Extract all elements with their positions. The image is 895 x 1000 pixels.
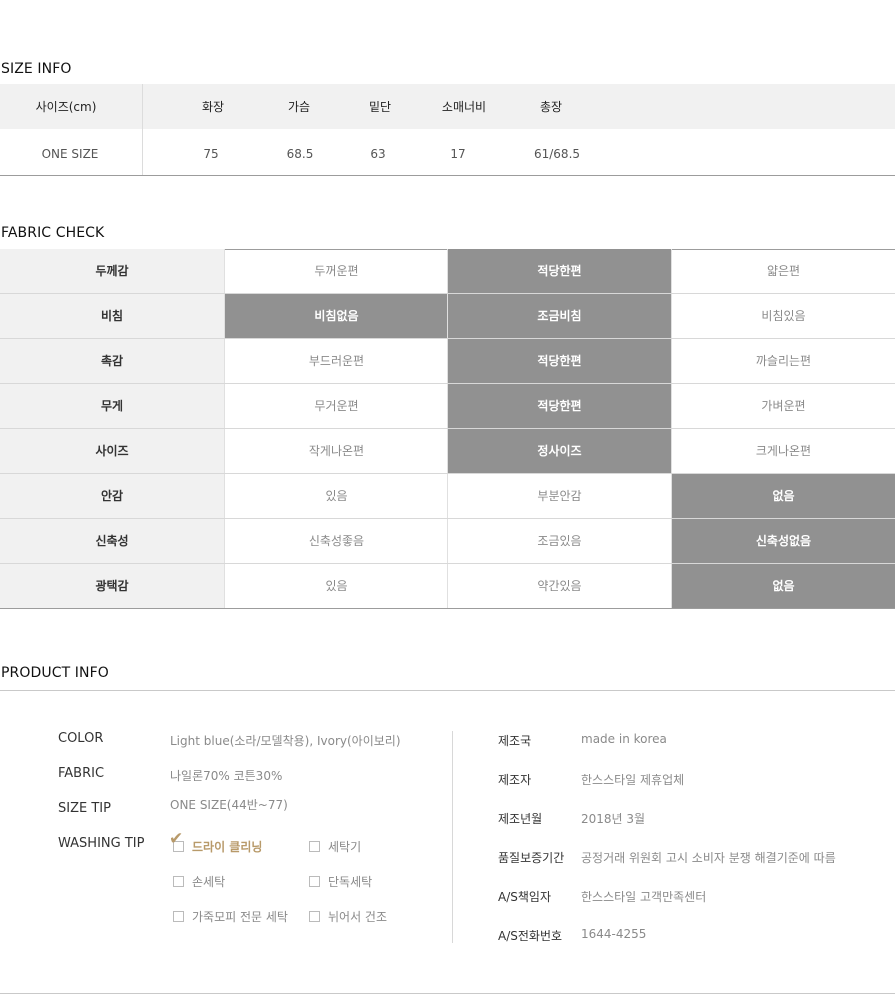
fabric-row-label: 두께감 [0,249,224,293]
size-value-size: ONE SIZE [41,147,99,161]
washing-hand: 손세탁 [173,873,225,890]
fabric-row-label: 안감 [0,474,224,518]
fabric-option: 약간있음 [447,564,671,608]
warranty-label: 품질보증기간 [498,851,565,865]
fabric-option: 부분안감 [447,474,671,518]
washing-machine: 세탁기 [309,838,361,855]
size-table: 사이즈(cm) 화장 가슴 밑단 소매너비 총장 ONE SIZE 75 68.… [0,84,895,175]
product-info-bottom-rule [0,993,895,994]
size-tip-label: SIZE TIP [58,801,111,816]
washing-tip-label: WASHING TIP [58,836,145,851]
washing-flat-dry: 뉘어서 건조 [309,908,387,925]
fabric-row-label: 광택감 [0,564,224,608]
checkmark-icon: ✔ [169,829,184,849]
checkbox-icon [309,876,320,887]
fabric-row: 광택감 있음 약간있음 없음 [0,564,895,609]
fabric-option: 작게나온편 [224,429,448,473]
washing-separate-label: 단독세탁 [328,875,373,889]
fabric-option: 조금있음 [447,519,671,563]
color-label: COLOR [58,731,104,746]
manufacturer-label: 제조자 [498,773,532,787]
size-header-length: 총장 [539,100,563,114]
fabric-option: 없음 [671,474,895,518]
washing-separate: 단독세탁 [309,873,372,890]
as-manager-value: 한스스타일 고객만족센터 [581,890,707,904]
product-info-divider [452,731,453,943]
manufacturer-value: 한스스타일 제휴업체 [581,773,685,787]
fabric-row-label: 무게 [0,384,224,428]
product-info-title: PRODUCT INFO [1,665,109,681]
fabric-check-title: FABRIC CHECK [1,225,105,241]
size-value-length: 61/68.5 [533,147,581,161]
fabric-row-label: 촉감 [0,339,224,383]
origin-value: made in korea [581,732,667,746]
size-header-hem: 밑단 [368,100,392,114]
checkbox-icon [309,911,320,922]
washing-dry-cleaning: ✔ 드라이 클리닝 [169,829,263,855]
fabric-option: 적당한편 [447,249,671,293]
fabric-row: 무게 무거운편 적당한편 가벼운편 [0,384,895,429]
fabric-row: 사이즈 작게나온편 정사이즈 크게나온편 [0,429,895,474]
fabric-option: 신축성없음 [671,519,895,563]
size-header-sleeve-width: 소매너비 [441,100,487,114]
fabric-option: 크게나온편 [671,429,895,473]
fabric-label: FABRIC [58,766,105,781]
fabric-option: 적당한편 [447,384,671,428]
size-value-chest: 68.5 [286,147,314,161]
fabric-row: 신축성 신축성좋음 조금있음 신축성없음 [0,519,895,564]
fabric-option: 있음 [224,474,448,518]
fabric-row-label: 신축성 [0,519,224,563]
size-value-sleeve-width: 17 [450,147,466,161]
fabric-option: 없음 [671,564,895,608]
checkbox-icon [173,876,184,887]
fabric-option: 있음 [224,564,448,608]
fabric-row: 비침 비침없음 조금비침 비침있음 [0,294,895,339]
color-value: Light blue(소라/모델착용), Ivory(아이보리) [170,734,401,748]
washing-machine-label: 세탁기 [328,840,362,854]
fabric-value: 나일론70% 코튼30% [170,769,283,783]
washing-leather-label: 가죽모피 전문 세탁 [192,910,288,924]
manufacture-date-label: 제조년월 [498,812,543,826]
fabric-option: 비침있음 [671,294,895,338]
fabric-option: 신축성좋음 [224,519,448,563]
fabric-row: 안감 있음 부분안감 없음 [0,474,895,519]
size-value-sleeve: 75 [203,147,219,161]
origin-label: 제조국 [498,734,532,748]
washing-dry-cleaning-label: 드라이 클리닝 [192,840,263,854]
fabric-option: 두꺼운편 [224,249,448,293]
checkbox-icon [173,911,184,922]
size-header-chest: 가슴 [287,100,311,114]
fabric-option: 까슬리는편 [671,339,895,383]
fabric-option: 비침없음 [224,294,448,338]
washing-flat-dry-label: 뉘어서 건조 [328,910,388,924]
as-phone-value: 1644-4255 [581,927,647,941]
fabric-row: 촉감 부드러운편 적당한편 까슬리는편 [0,339,895,384]
checkbox-icon [309,841,320,852]
fabric-row: 두께감 두꺼운편 적당한편 얇은편 [0,249,895,294]
fabric-row-label: 사이즈 [0,429,224,473]
size-header-sleeve: 화장 [201,100,225,114]
fabric-option: 적당한편 [447,339,671,383]
size-value-hem: 63 [370,147,386,161]
fabric-option: 조금비침 [447,294,671,338]
size-info-bottom-rule [0,175,895,176]
fabric-bottom-rule [0,608,895,609]
washing-hand-label: 손세탁 [192,875,226,889]
fabric-option: 얇은편 [671,249,895,293]
fabric-option: 부드러운편 [224,339,448,383]
size-info-title: SIZE INFO [1,61,72,77]
as-manager-label: A/S책임자 [498,890,551,904]
size-table-divider [142,84,143,175]
size-header-size: 사이즈(cm) [35,100,97,114]
fabric-row-label: 비침 [0,294,224,338]
washing-leather: 가죽모피 전문 세탁 [173,908,288,925]
warranty-value: 공정거래 위원회 고시 소비자 분쟁 해결기준에 따름 [581,851,836,865]
fabric-option: 가벼운편 [671,384,895,428]
fabric-option: 정사이즈 [447,429,671,473]
product-info-top-rule [0,690,895,691]
size-tip-value: ONE SIZE(44반~77) [170,798,288,812]
as-phone-label: A/S전화번호 [498,929,563,943]
fabric-option: 무거운편 [224,384,448,428]
manufacture-date-value: 2018년 3월 [581,812,646,826]
